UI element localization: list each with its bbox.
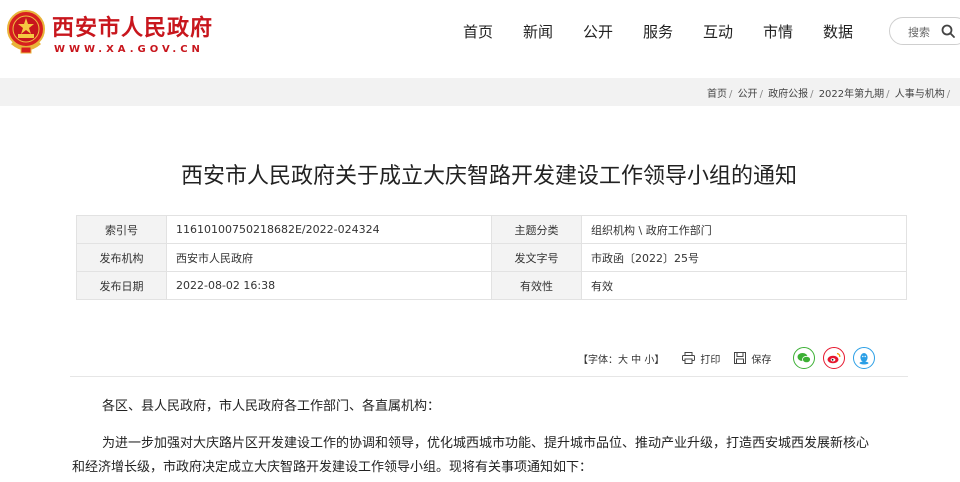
meta-value: 11610100750218682E/2022-024324 — [166, 215, 492, 244]
meta-value: 2022-08-02 16:38 — [166, 271, 492, 300]
share-wechat-button[interactable] — [793, 347, 816, 369]
table-row: 发布机构 西安市人民政府 发文字号 市政函〔2022〕25号 — [76, 243, 907, 272]
nav-news[interactable]: 新闻 — [508, 22, 568, 42]
site-domain: WWW.XA.GOV.CN — [54, 44, 204, 55]
breadcrumb: 首页 / 公开 / 政府公报/ 2022年第九期 / 人事与机构 / — [707, 89, 951, 100]
nav-public[interactable]: 公开 — [568, 22, 628, 42]
nav-interact[interactable]: 互动 — [688, 22, 748, 42]
breadcrumb-bar: 首页 / 公开 / 政府公报/ 2022年第九期 / 人事与机构 / — [0, 78, 960, 106]
breadcrumb-personnel[interactable]: 人事与机构 — [895, 89, 945, 100]
search-icon[interactable] — [940, 23, 956, 39]
meta-key: 有效性 — [491, 271, 582, 300]
search-label: 搜索 — [908, 26, 930, 39]
document-meta-table: 索引号 11610100750218682E/2022-024324 主题分类 … — [76, 215, 907, 300]
national-emblem-icon[interactable] — [6, 7, 46, 57]
site-header: 西安市人民政府 WWW.XA.GOV.CN 首页 新闻 公开 服务 互动 市情 … — [0, 0, 960, 78]
meta-value: 有效 — [581, 271, 907, 300]
printer-icon — [682, 352, 696, 364]
search-box[interactable]: 搜索 — [889, 17, 960, 45]
content-divider — [70, 376, 908, 377]
table-row: 索引号 11610100750218682E/2022-024324 主题分类 … — [76, 215, 907, 244]
save-label: 保存 — [751, 354, 772, 366]
font-size-switcher[interactable]: 【字体：大 中 小】 — [578, 351, 664, 366]
main-nav: 首页 新闻 公开 服务 互动 市情 数据 — [448, 22, 868, 42]
meta-key: 索引号 — [76, 215, 167, 244]
nav-data[interactable]: 数据 — [808, 22, 868, 42]
article-tools: 【字体：大 中 小】 打印 保存 — [578, 347, 876, 369]
site-name[interactable]: 西安市人民政府 — [52, 10, 213, 42]
weibo-icon — [827, 352, 841, 364]
save-icon — [734, 352, 747, 364]
share-weibo-button[interactable] — [823, 347, 846, 369]
wechat-icon — [797, 353, 812, 364]
save-button[interactable]: 保存 — [734, 351, 771, 366]
print-label: 打印 — [700, 354, 721, 366]
nav-service[interactable]: 服务 — [628, 22, 688, 42]
meta-key: 发布日期 — [76, 271, 167, 300]
meta-value: 组织机构 \ 政府工作部门 — [581, 215, 907, 244]
meta-value: 市政函〔2022〕25号 — [581, 243, 907, 272]
breadcrumb-public[interactable]: 公开 — [738, 89, 758, 100]
breadcrumb-home[interactable]: 首页 — [707, 89, 727, 100]
body-paragraph-line: 为进一步加强对大庆路片区开发建设工作的协调和领导，优化城西城市功能、提升城市品位… — [102, 436, 870, 451]
nav-home[interactable]: 首页 — [448, 22, 508, 42]
meta-key: 主题分类 — [491, 215, 582, 244]
qq-icon — [859, 352, 869, 364]
share-qq-button[interactable] — [853, 347, 876, 369]
meta-value: 西安市人民政府 — [166, 243, 492, 272]
table-row: 发布日期 2022-08-02 16:38 有效性 有效 — [76, 271, 907, 300]
nav-city-info[interactable]: 市情 — [748, 22, 808, 42]
meta-key: 发文字号 — [491, 243, 582, 272]
breadcrumb-issue[interactable]: 2022年第九期 — [819, 89, 884, 100]
breadcrumb-gazette[interactable]: 政府公报 — [768, 89, 808, 100]
salutation: 各区、县人民政府，市人民政府各工作部门、各直属机构： — [102, 399, 441, 414]
body-paragraph-line: 和经济增长级，市政府决定成立大庆智路开发建设工作领导小组。现将有关事项通知如下： — [72, 460, 593, 475]
print-button[interactable]: 打印 — [682, 351, 720, 366]
meta-key: 发布机构 — [76, 243, 167, 272]
page-title: 西安市人民政府关于成立大庆智路开发建设工作领导小组的通知 — [180, 164, 797, 189]
